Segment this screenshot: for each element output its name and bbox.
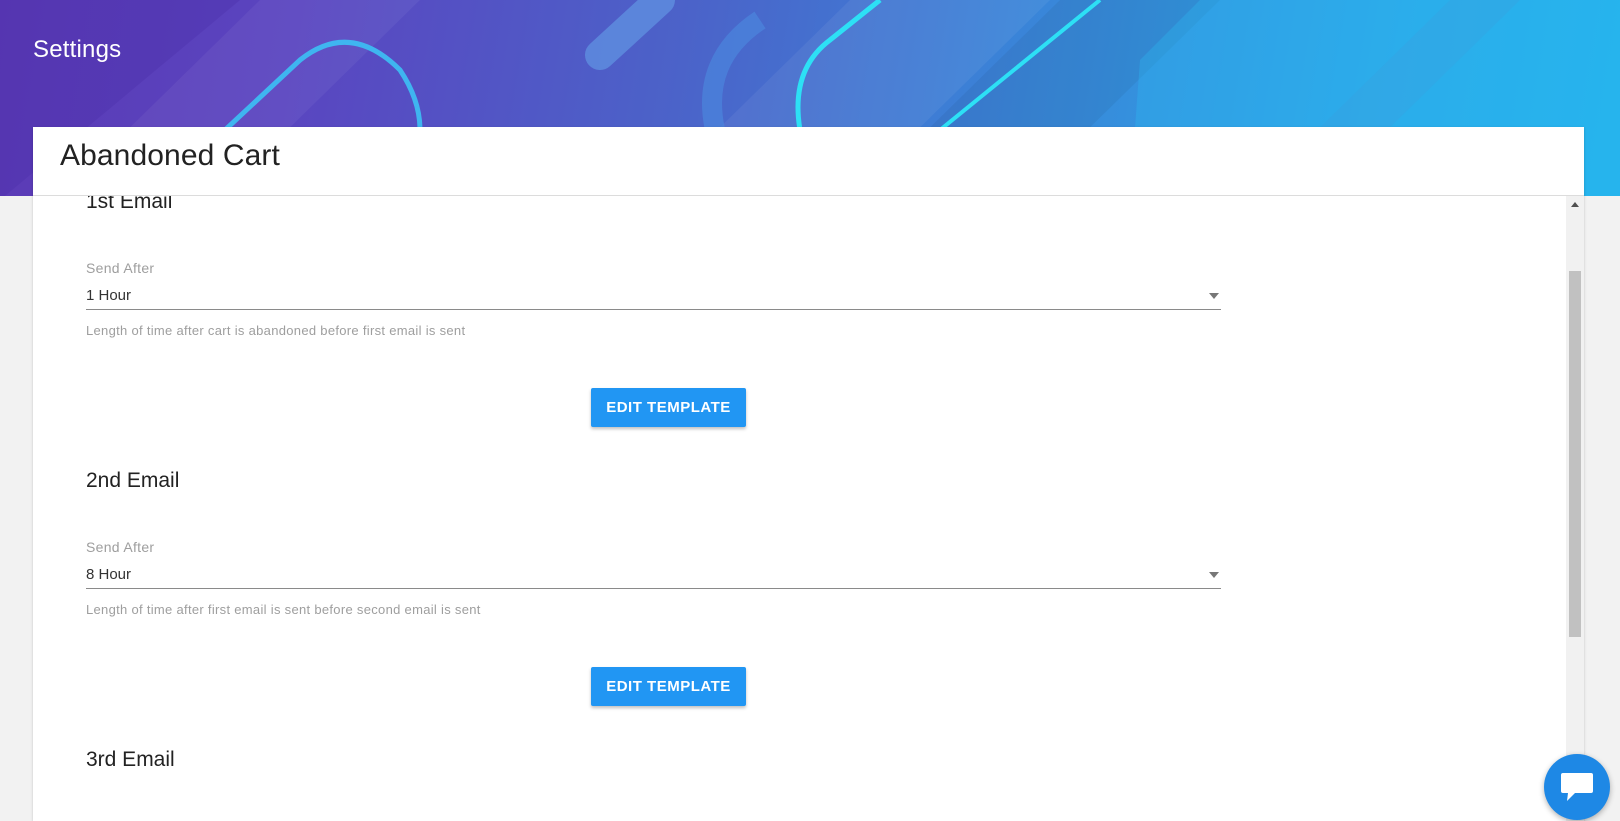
send-after-helper: Length of time after cart is abandoned b… [86, 323, 466, 338]
vertical-scrollbar[interactable] [1566, 196, 1584, 821]
chevron-down-icon[interactable] [1209, 293, 1219, 299]
chat-bubble-icon [1561, 773, 1593, 801]
scroll-up-arrow-icon[interactable] [1571, 202, 1579, 207]
edit-template-button[interactable]: EDIT TEMPLATE [591, 388, 746, 427]
card-header: Abandoned Cart [33, 127, 1584, 196]
card-title: Abandoned Cart [60, 139, 280, 172]
chat-button[interactable] [1544, 754, 1610, 820]
send-after-label: Send After [86, 539, 155, 555]
send-after-helper: Length of time after first email is sent… [86, 602, 481, 617]
send-after-value: 8 Hour [86, 566, 132, 583]
edit-template-button[interactable]: EDIT TEMPLATE [591, 667, 746, 706]
send-after-value: 1 Hour [86, 287, 132, 304]
send-after-label: Send After [86, 260, 155, 276]
card-scroll-area[interactable]: 1st Email Send After 1 Hour Length of ti… [33, 196, 1566, 821]
send-after-select[interactable]: 1 Hour [86, 282, 1221, 310]
settings-page: Settings Abandoned Cart 1st Email Send A… [0, 0, 1620, 821]
app-title: Settings [33, 36, 122, 63]
chevron-down-icon[interactable] [1209, 572, 1219, 578]
section-title: 3rd Email [86, 748, 175, 771]
section-title: 1st Email [86, 196, 173, 213]
send-after-select[interactable]: 8 Hour [86, 561, 1221, 589]
section-title: 2nd Email [86, 469, 180, 492]
abandoned-cart-card: Abandoned Cart 1st Email Send After 1 Ho… [33, 127, 1584, 821]
scrollbar-thumb[interactable] [1569, 271, 1581, 637]
